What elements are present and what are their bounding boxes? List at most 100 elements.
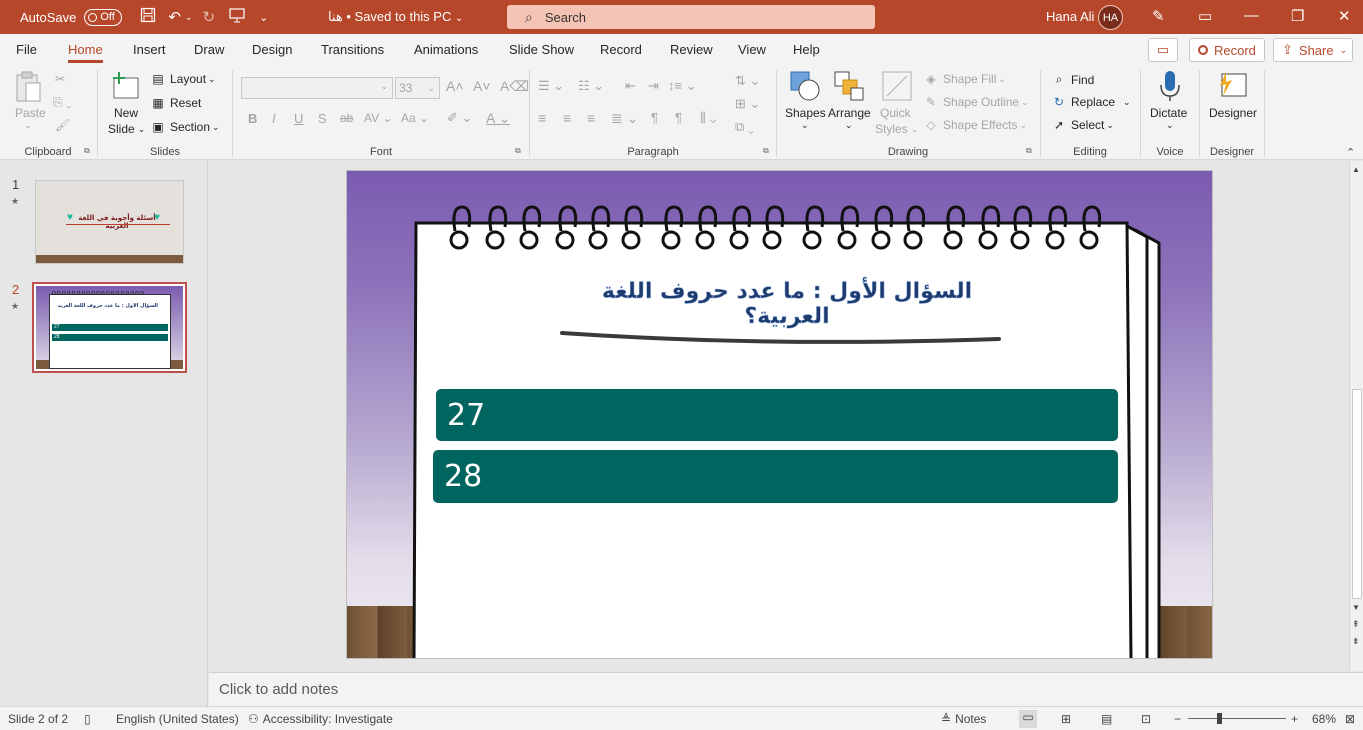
collapse-ribbon-icon[interactable]: ⌃ xyxy=(1346,146,1355,159)
text-shadow-icon[interactable]: S xyxy=(318,111,327,126)
scroll-up-icon[interactable]: ▲ xyxy=(1352,165,1360,174)
tab-help[interactable]: Help xyxy=(793,42,820,57)
new-slide-label-2[interactable]: Slide ⌄ xyxy=(108,122,145,136)
tab-transitions[interactable]: Transitions xyxy=(321,42,384,57)
paste-icon[interactable] xyxy=(14,70,46,102)
chevron-down-icon[interactable]: ⌄ xyxy=(845,120,853,131)
notes-pane[interactable]: Click to add notes xyxy=(209,672,1363,706)
reading-view-icon[interactable]: ▤ xyxy=(1101,712,1112,726)
align-left-icon[interactable]: ≡ xyxy=(538,110,546,126)
increase-indent-icon[interactable]: ⇥ xyxy=(648,78,659,94)
notes-button[interactable]: ≜ Notes xyxy=(941,712,986,726)
quick-styles-label-2[interactable]: Styles ⌄ xyxy=(875,122,918,136)
answer-box-2[interactable]: 28 xyxy=(433,450,1118,503)
tab-draw[interactable]: Draw xyxy=(194,42,224,57)
reset-button[interactable]: ▦ Reset xyxy=(150,96,201,110)
microphone-icon[interactable] xyxy=(1157,70,1189,102)
tab-animations[interactable]: Animations xyxy=(414,42,478,57)
dictate-label[interactable]: Dictate xyxy=(1150,106,1187,120)
layout-button[interactable]: ▤ Layout ⌄ xyxy=(150,72,215,86)
justify-icon[interactable]: ≣ ⌄ xyxy=(611,110,638,127)
bold-icon[interactable]: B xyxy=(248,111,257,126)
slide-thumbnail-2[interactable]: ooooooooooooooooooo السؤال الأول : ما عد… xyxy=(32,282,187,373)
align-center-icon[interactable]: ≡ xyxy=(563,110,571,126)
chevron-down-icon[interactable]: ⌄ xyxy=(1166,120,1174,131)
scroll-thumb[interactable] xyxy=(1352,389,1362,599)
bullets-icon[interactable]: ☰ ⌄ xyxy=(538,78,564,94)
copy-icon[interactable]: ⎘ ⌄ xyxy=(53,95,72,110)
customize-qat-icon[interactable]: ⌄ xyxy=(259,11,268,24)
new-slide-label[interactable]: New xyxy=(114,106,138,120)
clear-formatting-icon[interactable]: A⌫ xyxy=(500,78,529,95)
dialog-launcher-icon[interactable]: ⧉ xyxy=(515,146,521,156)
dialog-launcher-icon[interactable]: ⧉ xyxy=(84,146,90,156)
redo-icon[interactable]: ↻ xyxy=(203,8,216,26)
dialog-launcher-icon[interactable]: ⧉ xyxy=(1026,146,1032,156)
close-icon[interactable]: ✕ xyxy=(1338,7,1351,25)
undo-dropdown-icon[interactable]: ⌄ xyxy=(185,12,193,23)
character-spacing-icon[interactable]: AV ⌄ xyxy=(364,111,393,125)
autosave-toggle[interactable]: Off xyxy=(84,8,123,26)
quick-styles-icon[interactable] xyxy=(881,70,913,102)
shape-fill-button[interactable]: ◈ Shape Fill ⌄ xyxy=(923,72,1006,86)
strikethrough-icon[interactable]: ab xyxy=(340,111,353,125)
columns-icon[interactable]: ⫼ ⌄ xyxy=(700,110,717,126)
designer-icon[interactable] xyxy=(1216,70,1248,102)
dialog-launcher-icon[interactable]: ⧉ xyxy=(763,146,769,156)
select-button[interactable]: ➚ Select ⌄ xyxy=(1051,118,1114,132)
decrease-font-icon[interactable]: A˅ xyxy=(473,78,491,94)
text-direction-icon[interactable]: ⇅ ⌄ xyxy=(735,73,760,89)
increase-font-icon[interactable]: A˄ xyxy=(446,78,464,94)
chevron-down-icon[interactable]: ⌄ xyxy=(24,120,32,131)
chevron-down-icon[interactable]: ⌄ xyxy=(801,120,809,131)
ribbon-display-options-icon[interactable]: ▭ xyxy=(1198,7,1212,25)
zoom-slider-thumb[interactable] xyxy=(1217,713,1222,724)
arrange-icon[interactable] xyxy=(833,70,865,102)
shapes-icon[interactable] xyxy=(789,70,821,102)
slide-canvas[interactable]: السؤال الأول : ما عدد حروف اللغة العربية… xyxy=(346,170,1213,659)
spelling-icon[interactable]: ▯ xyxy=(84,712,91,726)
format-painter-icon[interactable]: 🖌 xyxy=(55,118,70,132)
slide-sorter-icon[interactable]: ⊞ xyxy=(1061,712,1071,726)
search-box[interactable]: ⌕ Search xyxy=(507,5,875,29)
pen-icon[interactable]: ✎ xyxy=(1152,7,1165,25)
new-slide-icon[interactable] xyxy=(109,70,141,102)
scroll-down-icon[interactable]: ▼ xyxy=(1352,603,1360,612)
ltr-icon[interactable]: ¶ xyxy=(651,110,658,125)
next-slide-icon[interactable]: ⇟ xyxy=(1352,636,1360,647)
tab-home[interactable]: Home xyxy=(68,42,103,63)
previous-slide-icon[interactable]: ⇞ xyxy=(1352,619,1360,630)
italic-icon[interactable]: I xyxy=(272,111,276,126)
align-right-icon[interactable]: ≡ xyxy=(587,110,595,126)
zoom-out-icon[interactable]: − xyxy=(1174,712,1181,726)
restore-icon[interactable]: ❐ xyxy=(1291,7,1304,25)
replace-button[interactable]: ↻ Replace ⌄ xyxy=(1051,95,1131,109)
highlight-icon[interactable]: ✐ ⌄ xyxy=(447,110,472,126)
vertical-scrollbar[interactable]: ▲ ▼ ⇞ ⇟ xyxy=(1349,161,1363,671)
align-text-icon[interactable]: ⊞ ⌄ xyxy=(735,96,760,112)
shape-effects-button[interactable]: ◇ Shape Effects ⌄ xyxy=(923,118,1027,132)
avatar[interactable]: HA xyxy=(1098,5,1123,30)
smartart-icon[interactable]: ⧉ ⌄ xyxy=(735,119,754,135)
tab-view[interactable]: View xyxy=(738,42,766,57)
save-icon[interactable] xyxy=(140,7,156,27)
user-name[interactable]: Hana Ali xyxy=(1046,9,1094,24)
shapes-label[interactable]: Shapes xyxy=(785,106,826,120)
find-button[interactable]: ⌕ Find xyxy=(1051,72,1095,87)
zoom-level[interactable]: 68% xyxy=(1312,712,1336,726)
document-title[interactable]: هنا • Saved to this PC ⌄ xyxy=(328,9,463,25)
comments-button[interactable]: ▭ xyxy=(1148,38,1178,62)
rtl-icon[interactable]: ¶ xyxy=(675,110,682,125)
font-size-combo[interactable]: 33 ⌄ xyxy=(395,77,440,99)
slide-show-icon[interactable]: ⊡ xyxy=(1141,712,1151,726)
tab-record[interactable]: Record xyxy=(600,42,642,57)
language-label[interactable]: English (United States) xyxy=(116,712,239,726)
cut-icon[interactable]: ✂ xyxy=(55,72,65,86)
minimize-icon[interactable]: — xyxy=(1244,7,1259,24)
underline-icon[interactable]: U xyxy=(294,111,303,126)
designer-label-btn[interactable]: Designer xyxy=(1209,106,1257,120)
fit-to-window-icon[interactable]: ⊠ xyxy=(1345,712,1355,726)
shape-outline-button[interactable]: ✎ Shape Outline ⌄ xyxy=(923,95,1029,109)
font-name-combo[interactable]: ⌄ xyxy=(241,77,393,99)
normal-view-icon[interactable]: ▭ xyxy=(1019,710,1037,728)
